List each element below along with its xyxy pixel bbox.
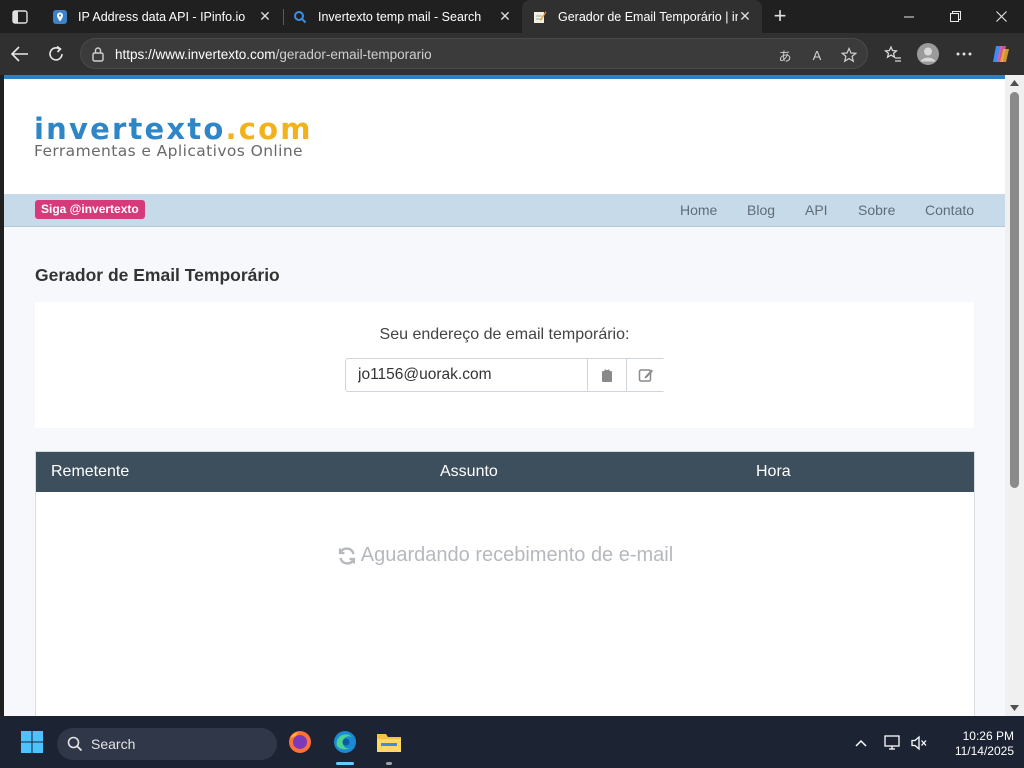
- refresh-button[interactable]: [43, 41, 69, 67]
- favorites-icon[interactable]: [880, 41, 906, 67]
- url-path: /gerador-email-temporario: [275, 47, 432, 62]
- new-tab-button[interactable]: +: [768, 5, 792, 29]
- browser-toolbar: https://www.invertexto.com/gerador-email…: [0, 33, 1024, 75]
- follow-badge[interactable]: Siga @invertexto: [35, 200, 145, 219]
- restore-button[interactable]: [932, 0, 978, 33]
- scroll-up-arrow-icon[interactable]: [1009, 78, 1020, 88]
- ipinfo-shield-icon: [52, 9, 68, 25]
- refresh-spinner-icon: [337, 546, 357, 566]
- search-icon: [67, 736, 83, 752]
- network-display-icon[interactable]: [883, 733, 903, 753]
- inbox-table-header: Remetente Assunto Hora: [36, 452, 974, 492]
- web-page: invertexto.com Ferramentas e Aplicativos…: [4, 75, 1005, 716]
- site-info-lock-icon[interactable]: [91, 46, 105, 67]
- tab-title: Invertexto temp mail - Search: [318, 9, 482, 24]
- edit-email-button[interactable]: [626, 359, 665, 391]
- clock-date: 11/14/2025: [954, 744, 1014, 758]
- waiting-text: Aguardando recebimento de e-mail: [360, 544, 674, 566]
- logo-tagline: Ferramentas e Aplicativos Online: [34, 142, 303, 160]
- windows-start-icon[interactable]: [16, 726, 48, 758]
- scroll-thumb[interactable]: [1010, 92, 1019, 488]
- more-options-icon[interactable]: [951, 41, 977, 67]
- nav-blog[interactable]: Blog: [747, 202, 775, 218]
- taskbar-search[interactable]: Search: [57, 728, 277, 760]
- back-button[interactable]: [7, 41, 33, 67]
- copy-email-button[interactable]: [587, 359, 626, 391]
- show-hidden-icons-chevron-icon[interactable]: [851, 733, 871, 753]
- logo-text-domain: .com: [225, 112, 313, 146]
- nav-contato[interactable]: Contato: [925, 202, 974, 218]
- page-scrollbar[interactable]: [1005, 75, 1024, 716]
- page-viewport: invertexto.com Ferramentas e Aplicativos…: [0, 75, 1024, 716]
- email-label: Seu endereço de email temporário:: [379, 326, 630, 343]
- edge-icon[interactable]: [329, 726, 361, 758]
- url-domain: https://www.invertexto.com: [115, 47, 276, 62]
- tab-title: IP Address data API - IPinfo.io: [78, 9, 246, 24]
- logo-text-main: invertexto: [34, 112, 226, 146]
- tab-search[interactable]: Invertexto temp mail - Search ✕: [282, 0, 522, 33]
- address-bar[interactable]: https://www.invertexto.com/gerador-email…: [80, 38, 868, 69]
- tab-ipinfo[interactable]: IP Address data API - IPinfo.io ✕: [42, 0, 282, 33]
- explorer-running-indicator: [386, 762, 392, 765]
- firefox-icon[interactable]: [284, 726, 316, 758]
- close-tab-icon[interactable]: ✕: [258, 9, 272, 23]
- file-explorer-icon[interactable]: [373, 726, 405, 758]
- clipboard-icon: [602, 368, 612, 382]
- edge-active-indicator: [336, 762, 354, 765]
- page-title: Gerador de Email Temporário: [35, 265, 280, 285]
- tab-title: Gerador de Email Temporário | invertexto: [558, 9, 738, 24]
- volume-muted-icon[interactable]: [909, 733, 929, 753]
- read-aloud-icon[interactable]: A: [807, 45, 827, 65]
- site-logo[interactable]: invertexto.com Ferramentas e Aplicativos…: [34, 112, 313, 160]
- email-input-group: [345, 358, 665, 392]
- email-card: Seu endereço de email temporário:: [35, 302, 974, 428]
- minimize-button[interactable]: [886, 0, 932, 33]
- site-header: invertexto.com Ferramentas e Aplicativos…: [4, 79, 1005, 194]
- column-assunto: Assunto: [440, 463, 498, 480]
- system-clock[interactable]: 10:26 PM 11/14/2025: [934, 729, 1014, 759]
- close-tab-icon[interactable]: ✕: [498, 9, 512, 23]
- notepad-icon: [532, 9, 548, 25]
- bing-search-icon: [292, 9, 308, 25]
- scroll-down-arrow-icon[interactable]: [1009, 703, 1020, 713]
- favorite-star-icon[interactable]: [839, 45, 859, 65]
- browser-tab-bar: IP Address data API - IPinfo.io ✕ Invert…: [0, 0, 1024, 33]
- search-label: Search: [91, 736, 136, 752]
- windows-taskbar: Search 10:26 PM 11/14/2025: [0, 716, 1024, 768]
- close-tab-icon[interactable]: ✕: [738, 9, 752, 23]
- inbox-table: Remetente Assunto Hora Aguardando recebi…: [35, 451, 975, 716]
- column-hora: Hora: [756, 463, 791, 480]
- logo-wordmark: invertexto.com: [34, 112, 313, 146]
- close-window-button[interactable]: [978, 0, 1024, 33]
- nav-api[interactable]: API: [805, 202, 828, 218]
- column-remetente: Remetente: [51, 463, 130, 480]
- tab-temp-email[interactable]: Gerador de Email Temporário | invertexto…: [522, 0, 762, 33]
- site-navbar: Siga @invertexto Home Blog API Sobre Con…: [4, 194, 1005, 227]
- nav-home[interactable]: Home: [680, 202, 717, 218]
- translate-icon[interactable]: あ: [775, 45, 795, 65]
- clock-time: 10:26 PM: [962, 729, 1014, 743]
- url-text: https://www.invertexto.com/gerador-email…: [115, 47, 432, 62]
- copilot-icon[interactable]: [988, 41, 1014, 67]
- edit-icon: [638, 369, 653, 382]
- waiting-message: Aguardando recebimento de e-mail: [36, 544, 974, 567]
- temp-email-field[interactable]: [346, 359, 587, 391]
- tab-actions-icon[interactable]: [8, 6, 32, 28]
- nav-sobre[interactable]: Sobre: [858, 202, 895, 218]
- profile-avatar-icon[interactable]: [915, 41, 941, 67]
